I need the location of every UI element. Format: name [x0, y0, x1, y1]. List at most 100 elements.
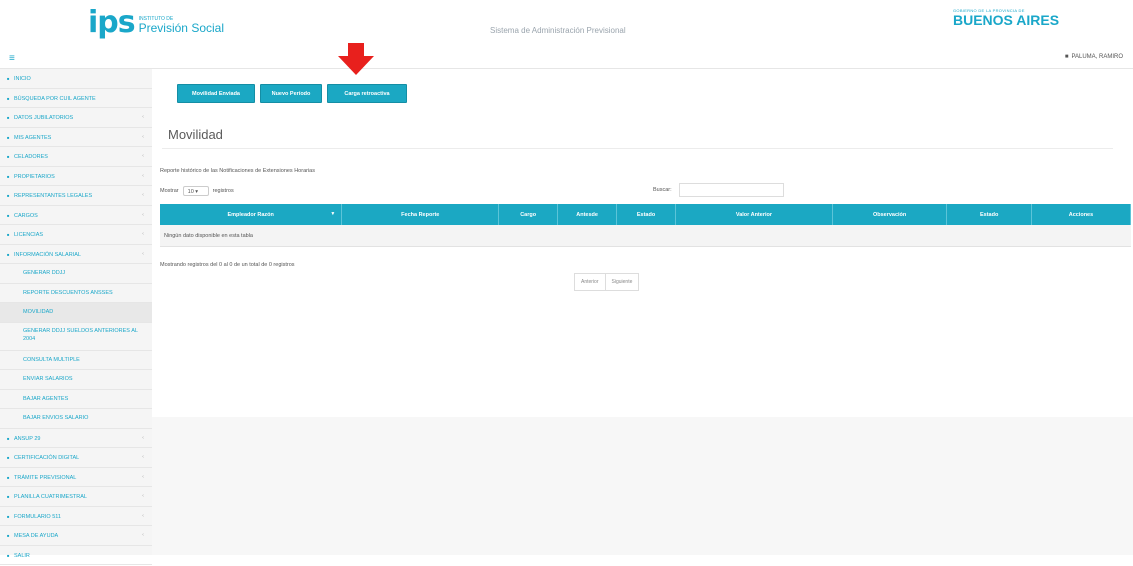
page-length-select[interactable]: 10 ▾ — [182, 186, 209, 196]
column-header[interactable]: Valor Anterior — [675, 204, 833, 225]
sidebar-item-icon: ■ — [7, 455, 10, 460]
column-header-label: Estado — [636, 211, 656, 218]
sidebar-item[interactable]: ■ REPRESENTANTES LEGALES ‹ — [0, 186, 152, 206]
sidebar-item-icon: ■ — [7, 435, 10, 441]
column-header[interactable]: Fecha Reporte — [341, 204, 500, 225]
sidebar-item[interactable]: ■ CERTIFICACIÓN DIGITAL ‹ — [0, 448, 152, 468]
red-down-arrow-icon — [338, 43, 374, 75]
column-header-label: Valor Anterior — [735, 211, 772, 218]
sidebar-item[interactable]: ■ TRÁMITE PREVISIONAL ‹ — [0, 468, 152, 487]
sidebar-item[interactable]: ■ CARGOS ‹ — [0, 206, 152, 225]
table-row: Ningún dato disponible en esta tabla — [160, 225, 1131, 247]
page-title: Movilidad — [168, 127, 223, 142]
report-description: Reporte histórico de las Notificaciones … — [160, 168, 315, 174]
search-label: Buscar: — [653, 187, 672, 193]
sidebar-item-icon: ■ — [7, 95, 10, 101]
sidebar-item-icon: ■ — [7, 552, 10, 558]
column-header-label: Estado — [979, 211, 999, 218]
gov-big-text: BUENOS AIRES — [953, 12, 1060, 28]
column-header[interactable]: Antesde — [557, 204, 618, 225]
column-header-label: Antesde — [576, 211, 598, 218]
gov-logo: GOBIERNO DE LA PROVINCIA DE BUENOS AIRES — [953, 8, 1059, 27]
ips-logo[interactable]: ips INSTITUTO DE Previsión Social — [88, 8, 224, 38]
chevron-left-icon: ‹ — [142, 493, 144, 499]
movilidad-enviada-button[interactable]: Movilidad Enviada — [177, 84, 255, 103]
sidebar-subitem[interactable]: GENERAR DDJJ SUELDOS ANTERIORES AL 2004 — [0, 323, 152, 351]
sidebar-item-icon: ■ — [7, 513, 10, 519]
main-footer-area — [152, 417, 1133, 555]
sidebar-subitem[interactable]: ENVIAR SALARIOS — [0, 370, 152, 390]
sidebar-item-label: DATOS JUBILATORIOS — [14, 115, 74, 121]
column-header[interactable]: Cargo — [498, 204, 559, 225]
sidebar-item[interactable]: ■ PLANILLA CUATRIMESTRAL ‹ — [0, 487, 152, 507]
chevron-left-icon: ‹ — [142, 434, 144, 441]
sidebar-item-label: INFORMACIÓN SALARIAL — [14, 251, 81, 258]
sidebar-subitem[interactable]: BAJAR ENVIOS SALARIO — [0, 409, 152, 429]
sidebar-item[interactable]: ■ PROPIETARIOS ‹ — [0, 167, 152, 186]
sidebar-item-icon: ■ — [7, 173, 10, 179]
sidebar-subitem[interactable]: MOVILIDAD — [0, 303, 152, 323]
chevron-left-icon: ‹ — [142, 192, 144, 198]
column-header[interactable]: Acciones — [1031, 204, 1132, 225]
menu-toggle-icon[interactable]: ≡ — [9, 53, 15, 64]
sidebar-item-label: FORMULARIO 511 — [14, 513, 61, 520]
chevron-left-icon: ‹ — [142, 454, 144, 460]
nuevo-periodo-button[interactable]: Nuevo Período — [260, 84, 322, 103]
column-header[interactable]: Estado — [616, 204, 676, 225]
chevron-left-icon: ‹ — [142, 512, 144, 519]
column-header-label: Acciones — [1068, 211, 1094, 218]
column-header[interactable]: Empleador Razón ▼ — [160, 204, 343, 225]
sidebar-item[interactable]: ■ DATOS JUBILATORIOS ‹ — [0, 108, 152, 128]
sidebar-item[interactable]: ■ BÚSQUEDA POR CUIL AGENTE — [0, 89, 152, 108]
sidebar-item-label: LICENCIAS — [14, 232, 44, 238]
chevron-left-icon: ‹ — [142, 114, 144, 120]
sidebar-subitem[interactable]: REPORTE DESCUENTOS ANSSES — [0, 284, 152, 303]
user-name: PALUMA, RAMIRO — [1071, 54, 1123, 60]
sidebar-item-icon: ■ — [7, 251, 10, 257]
sidebar-subitem[interactable]: GENERAR DDJJ — [0, 264, 152, 284]
sidebar-item-icon: ■ — [7, 115, 10, 120]
sidebar-item[interactable]: ■ ANSUP 29 ‹ — [0, 429, 152, 448]
sidebar-subitem[interactable]: BAJAR AGENTES — [0, 390, 152, 409]
sidebar-item-label: CERTIFICACIÓN DIGITAL — [14, 455, 80, 461]
sidebar-item-label: TRÁMITE PREVISIONAL — [14, 474, 77, 481]
sidebar-item-label: CELADORES — [14, 154, 48, 160]
logo-mark: ips — [88, 5, 136, 40]
sidebar-item-label: PROPIETARIOS — [14, 173, 55, 180]
sidebar-item-label: SALIR — [14, 552, 30, 559]
sidebar-item-label: REPRESENTANTES LEGALES — [14, 193, 93, 199]
previous-page-button[interactable]: Anterior — [574, 273, 606, 291]
sidebar-item-label: PLANILLA CUATRIMESTRAL — [14, 494, 87, 500]
sidebar-item-label: ANSUP 29 — [14, 435, 41, 442]
sidebar-item[interactable]: ■ CELADORES ‹ — [0, 147, 152, 167]
sidebar-item[interactable]: ■ FORMULARIO 511 ‹ — [0, 507, 152, 526]
sidebar-item[interactable]: ■ MIS AGENTES ‹ — [0, 128, 152, 147]
search-input[interactable] — [679, 183, 784, 197]
sidebar-item[interactable]: ■ MESA DE AYUDA ‹ — [0, 526, 152, 546]
table-info: Mostrando registros del 0 al 0 de un tot… — [160, 262, 295, 268]
sidebar-item-label: BÚSQUEDA POR CUIL AGENTE — [14, 95, 96, 102]
system-title: Sistema de Administración Previsional — [490, 26, 626, 35]
carga-retroactiva-button[interactable]: Carga retroactiva — [327, 84, 407, 103]
records-label: registros — [212, 188, 234, 194]
sidebar-item[interactable]: ■ SALIR — [0, 546, 152, 565]
column-header-label: Cargo — [520, 211, 537, 218]
empty-table-message: Ningún dato disponible en esta tabla — [160, 225, 1131, 247]
sidebar-item[interactable]: ■ INFORMACIÓN SALARIAL ‹ — [0, 245, 152, 264]
user-menu[interactable]: ■ PALUMA, RAMIRO — [1065, 54, 1123, 60]
sidebar-subitem[interactable]: CONSULTA MULTIPLE — [0, 351, 152, 370]
chevron-left-icon: ‹ — [142, 250, 144, 257]
column-header[interactable]: Estado — [946, 204, 1032, 225]
page-length-value: 10 — [187, 189, 194, 195]
sidebar-item-icon: ■ — [7, 533, 10, 538]
sidebar-item-icon: ■ — [7, 193, 10, 198]
column-header-label: Empleador Razón — [227, 211, 274, 218]
sidebar-item[interactable]: ■ LICENCIAS ‹ — [0, 225, 152, 245]
sidebar: ■ INICIO ■ BÚSQUEDA POR CUIL AGENTE ■ DATOS J… — [0, 69, 153, 565]
next-page-button[interactable]: Siguiente — [605, 273, 640, 291]
sidebar-item-label: MIS AGENTES — [14, 134, 52, 141]
sidebar-item[interactable]: ■ INICIO — [0, 69, 152, 89]
chevron-left-icon: ‹ — [142, 133, 144, 140]
chevron-left-icon: ‹ — [142, 532, 144, 538]
column-header[interactable]: Observación — [832, 204, 948, 225]
